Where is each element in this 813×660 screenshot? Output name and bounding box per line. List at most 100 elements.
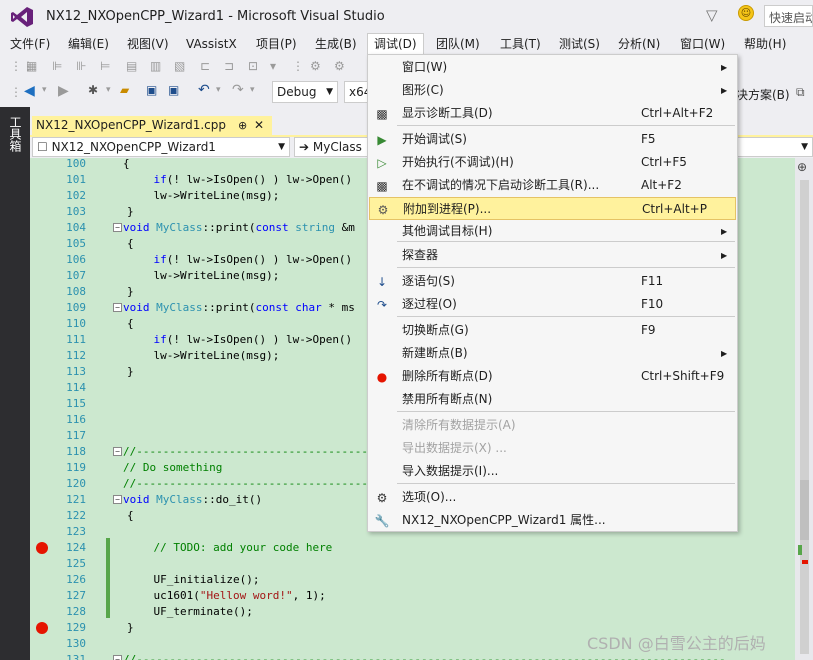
- toolbar-overflow-icon[interactable]: ▾: [270, 59, 276, 73]
- code-line[interactable]: 128 UF_terminate();: [30, 604, 795, 620]
- menu-vassistx[interactable]: VAssistX: [186, 33, 237, 55]
- code-text: uc1601("Hellow word!", 1);: [127, 589, 326, 602]
- debug-menu-item[interactable]: 新建断点(B) ▶: [369, 342, 736, 365]
- align-center-icon[interactable]: ⊪: [76, 59, 86, 73]
- debug-menu-item[interactable]: 🔧 NX12_NXOpenCPP_Wizard1 属性...: [369, 509, 736, 532]
- save-icon[interactable]: ▣: [146, 83, 157, 97]
- back-dropdown-icon[interactable]: ▾: [42, 85, 47, 95]
- debug-menu-item[interactable]: 窗口(W) ▶: [369, 56, 736, 79]
- collapse-icon[interactable]: −: [113, 303, 122, 312]
- debug-menu-item[interactable]: 切换断点(G) F9: [369, 319, 736, 342]
- menu-team[interactable]: 团队(M): [436, 33, 480, 55]
- undo-icon[interactable]: ↶: [198, 82, 210, 98]
- code-text: void MyClass::print(const string &m: [123, 221, 355, 234]
- bookmark-clear-icon[interactable]: ⊡: [248, 59, 258, 73]
- debug-menu-item[interactable]: ▷ 开始执行(不调试)(H) Ctrl+F5: [369, 151, 736, 174]
- bookmark-prev-icon[interactable]: ⊏: [200, 59, 210, 73]
- new-dropdown-icon[interactable]: ▾: [106, 85, 111, 95]
- menu-edit[interactable]: 编辑(E): [68, 33, 109, 55]
- line-number: 114: [66, 381, 86, 394]
- debug-menu-item[interactable]: ⚙ 选项(O)...: [369, 486, 736, 509]
- new-project-icon[interactable]: ✱: [88, 83, 98, 97]
- menu-test[interactable]: 测试(S): [559, 33, 600, 55]
- feedback-smile-icon[interactable]: ☺: [738, 5, 754, 21]
- indent-icon[interactable]: ⊨: [100, 59, 110, 73]
- code-line[interactable]: 125: [30, 556, 795, 572]
- collapse-icon[interactable]: −: [113, 495, 122, 504]
- line-number: 112: [66, 349, 86, 362]
- debug-menu-item[interactable]: 图形(C) ▶: [369, 79, 736, 102]
- code-text: {: [127, 237, 134, 250]
- redo-dropdown-icon[interactable]: ▾: [250, 85, 255, 95]
- pin-icon[interactable]: ⊕: [238, 116, 247, 135]
- close-icon[interactable]: ✕: [254, 116, 264, 135]
- line-number: 126: [66, 573, 86, 586]
- line-number: 113: [66, 365, 86, 378]
- undo-dropdown-icon[interactable]: ▾: [216, 85, 221, 95]
- scrollbar-thumb[interactable]: [800, 480, 809, 540]
- menu-debug[interactable]: 调试(D): [367, 33, 424, 56]
- debug-menu-item[interactable]: 禁用所有断点(N): [369, 388, 736, 411]
- submenu-arrow-icon: ▶: [721, 86, 728, 95]
- bookmark-icon[interactable]: ▧: [174, 59, 185, 73]
- notification-filter-icon[interactable]: ▽: [706, 6, 718, 24]
- menu-window[interactable]: 窗口(W): [680, 33, 725, 55]
- debug-menu-item[interactable]: ▩ 显示诊断工具(D) Ctrl+Alt+F2: [369, 102, 736, 125]
- debug-menu-item[interactable]: ⚙ 附加到进程(P)... Ctrl+Alt+P: [369, 197, 736, 220]
- toolbox-tab[interactable]: 工具箱: [6, 116, 23, 155]
- debug-menu-item[interactable]: 导入数据提示(I)...: [369, 460, 736, 483]
- navigate-forward-icon[interactable]: ▶: [58, 83, 69, 99]
- member-dropdown[interactable]: ▼: [730, 137, 813, 157]
- submenu-arrow-icon: ▶: [721, 63, 728, 72]
- toolbar-misc-icon-2[interactable]: ⚙: [334, 59, 345, 73]
- collapse-icon[interactable]: −: [113, 655, 122, 660]
- split-editor-icon[interactable]: ⊕: [797, 160, 807, 174]
- collapse-icon[interactable]: −: [113, 447, 122, 456]
- chevron-down-icon: ▼: [801, 142, 808, 152]
- debug-menu-item[interactable]: 探查器 ▶: [369, 244, 736, 267]
- uncomment-icon[interactable]: ▥: [150, 59, 161, 73]
- solution-explorer-button[interactable]: 决方案(B): [736, 86, 790, 103]
- code-line[interactable]: 127 uc1601("Hellow word!", 1);: [30, 588, 795, 604]
- project-dropdown[interactable]: ☐ NX12_NXOpenCPP_Wizard1 ▼: [32, 137, 290, 157]
- toolbar-extra-icon[interactable]: ⧉: [796, 85, 805, 100]
- collapse-icon[interactable]: −: [113, 223, 122, 232]
- document-tab-active[interactable]: NX12_NXOpenCPP_Wizard1.cpp ⊕ ✕: [32, 116, 272, 135]
- comment-icon[interactable]: ▤: [126, 59, 137, 73]
- toolbar-grip-icon-2: ⋮: [292, 59, 304, 73]
- navigate-back-icon[interactable]: ◀: [24, 83, 35, 99]
- open-folder-icon[interactable]: ▰: [120, 83, 129, 97]
- code-line[interactable]: 124 // TODO: add your code here: [30, 540, 795, 556]
- solution-config-value: Debug: [277, 85, 317, 99]
- format-icon[interactable]: ▦: [26, 59, 37, 73]
- scrollbar-track[interactable]: [800, 180, 809, 654]
- menu-analyze[interactable]: 分析(N): [618, 33, 660, 55]
- menu-view[interactable]: 视图(V): [127, 33, 169, 55]
- debug-menu-item[interactable]: 导出数据提示(X) ...: [369, 437, 736, 460]
- debug-menu-item[interactable]: 其他调试目标(H) ▶: [369, 220, 736, 243]
- breakpoint-icon[interactable]: [36, 622, 48, 634]
- redo-icon[interactable]: ↷: [232, 82, 244, 98]
- save-all-icon[interactable]: ▣: [168, 83, 179, 97]
- breakpoint-icon[interactable]: [36, 542, 48, 554]
- menu-file[interactable]: 文件(F): [10, 33, 50, 55]
- bookmark-next-icon[interactable]: ⊐: [224, 59, 234, 73]
- align-left-icon[interactable]: ⊫: [52, 59, 62, 73]
- toolbar-misc-icon[interactable]: ⚙: [310, 59, 321, 73]
- delete-breakpoints-icon: ●: [376, 370, 388, 384]
- menu-item-label: NX12_NXOpenCPP_Wizard1 属性...: [402, 513, 606, 527]
- debug-menu-item[interactable]: ↓ 逐语句(S) F11: [369, 270, 736, 293]
- quick-launch-input[interactable]: 快速启动: [764, 5, 813, 27]
- solution-config-dropdown[interactable]: Debug ▼: [272, 81, 338, 103]
- code-line[interactable]: 126 UF_initialize();: [30, 572, 795, 588]
- menu-help[interactable]: 帮助(H): [744, 33, 786, 55]
- debug-menu-item[interactable]: ● 删除所有断点(D) Ctrl+Shift+F9: [369, 365, 736, 388]
- debug-menu-item[interactable]: ▩ 在不调试的情况下启动诊断工具(R)... Alt+F2: [369, 174, 736, 197]
- debug-menu-item[interactable]: ▶ 开始调试(S) F5: [369, 128, 736, 151]
- menu-tools[interactable]: 工具(T): [500, 33, 541, 55]
- menu-build[interactable]: 生成(B): [315, 33, 357, 55]
- debug-menu-item[interactable]: ↷ 逐过程(O) F10: [369, 293, 736, 316]
- code-text: // TODO: add your code here: [153, 541, 333, 554]
- debug-menu-item[interactable]: 清除所有数据提示(A): [369, 414, 736, 437]
- menu-project[interactable]: 项目(P): [256, 33, 297, 55]
